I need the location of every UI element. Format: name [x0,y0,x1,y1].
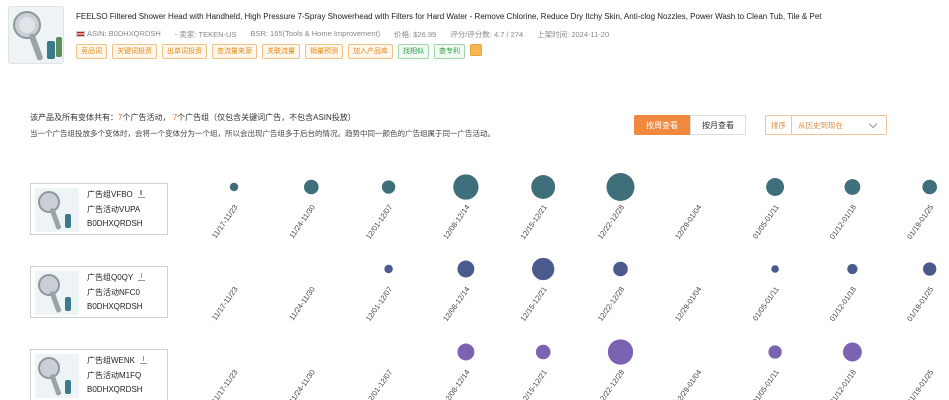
bubble-2-6[interactable] [613,261,628,277]
bubble-3-9[interactable] [842,342,862,362]
x-tick-label: 11/24-11/30 [287,203,317,240]
x-tick-label: 12/29-01/04 [673,368,703,400]
x-tick-label: 11/17-11/23 [210,368,240,400]
x-tick-label: 11/17-11/23 [210,203,240,240]
x-tick-label: 01/05-01/11 [751,203,781,241]
x-tick-label: 12/01-12/07 [364,368,394,400]
x-tick-label: 12/08-12/14 [441,203,471,241]
bubble-2-3[interactable] [384,264,393,274]
x-tick-label: 12/29-01/04 [673,203,703,241]
x-tick-label: 12/15-12/21 [518,285,548,323]
bubble-1-9[interactable] [844,179,861,195]
x-tick-label: 12/22-12/28 [596,285,626,323]
bubble-2-4[interactable] [457,260,475,278]
bubble-2-10[interactable] [923,262,937,276]
bubble-2-5[interactable] [532,257,555,281]
x-tick-label: 01/05-01/11 [751,285,781,323]
x-tick-label: 12/15-12/21 [518,203,548,241]
x-tick-label: 01/12-01/18 [828,203,858,241]
x-tick-label: 11/24-11/30 [287,285,317,322]
x-tick-label: 01/19-01/25 [905,368,935,400]
x-tick-label: 01/19-01/25 [905,285,935,323]
bubble-3-4[interactable] [457,343,475,361]
x-tick-label: 01/12-01/18 [828,368,858,400]
bubble-1-6[interactable] [606,173,635,201]
x-tick-label: 12/01-12/07 [364,285,394,323]
x-tick-label: 12/08-12/14 [441,285,471,323]
bubble-3-8[interactable] [768,345,782,359]
x-tick-label: 12/29-01/04 [673,285,703,323]
x-tick-label: 01/05-01/11 [751,368,781,400]
x-tick-label: 01/12-01/18 [828,285,858,323]
x-tick-label: 12/01-12/07 [364,203,394,241]
ad-trend-bubble-chart: 11/17-11/23 11/24-11/30 12/01-12/07 12/08-1… [210,173,938,400]
bubble-2-9[interactable] [847,263,858,275]
bubble-1-2[interactable] [303,179,319,195]
bubble-2-8[interactable] [771,265,779,273]
bubble-1-3[interactable] [381,180,396,194]
x-tick-label: 12/15-12/21 [518,368,548,400]
bubble-1-8[interactable] [766,178,785,196]
x-tick-label: 11/17-11/23 [210,285,240,322]
x-tick-label: 11/24-11/30 [287,368,317,400]
x-tick-label: 12/22-12/28 [596,203,626,241]
bubble-1-5[interactable] [531,175,556,199]
bubble-1-4[interactable] [453,174,479,200]
x-tick-label: 01/19-01/25 [905,203,935,241]
bubble-3-5[interactable] [535,344,551,360]
x-tick-label: 12/22-12/28 [596,368,626,400]
x-tick-label: 12/08-12/14 [441,368,471,400]
bubble-1-1[interactable] [229,182,239,192]
bubble-1-10[interactable] [922,179,938,195]
bubble-3-6[interactable] [607,339,634,365]
